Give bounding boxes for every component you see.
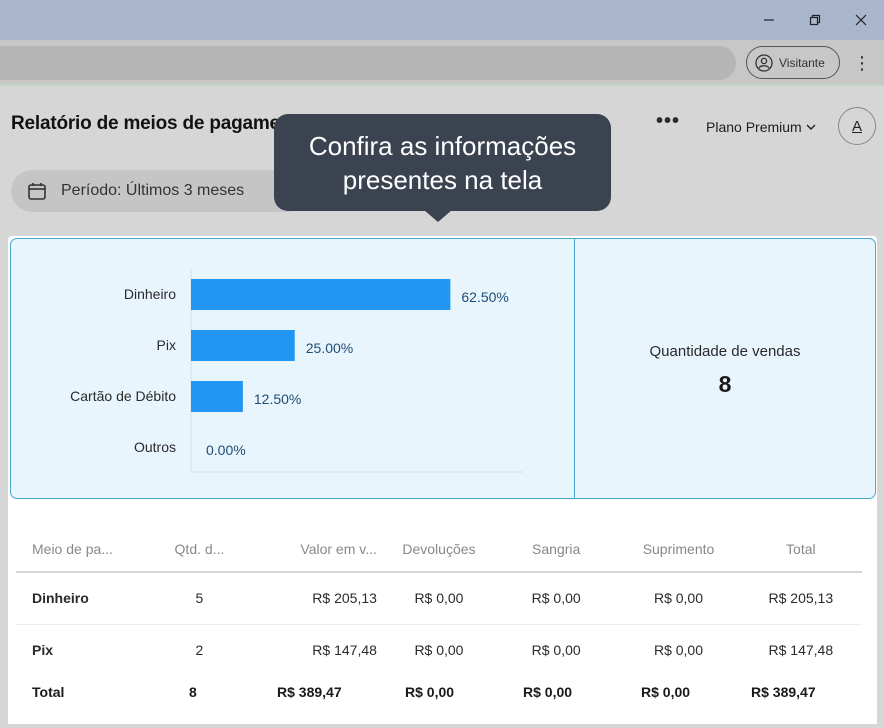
period-label: Período: Últimos 3 meses — [61, 182, 245, 199]
col-header-payment-method[interactable]: Meio de pa... — [16, 526, 159, 573]
total-label: Total — [32, 684, 65, 700]
payment-bar-chart: Dinheiro 62.50% Pix 25.00% Cartão de Débito 1… — [70, 269, 523, 473]
chart-panel: Dinheiro 62.50% Pix 25.00% Cartão de Débito 1… — [10, 238, 876, 499]
col-header-supply[interactable]: Suprimento — [617, 526, 740, 573]
bar-value-label: 0.00% — [206, 442, 246, 458]
close-icon[interactable] — [848, 8, 874, 32]
sales-count-label: Quantidade de vendas — [649, 343, 801, 360]
bar — [191, 330, 295, 361]
page-title: Relatório de meios de pagamento — [11, 113, 309, 134]
bar-category-label: Dinheiro — [124, 286, 176, 302]
col-header-withdrawal[interactable]: Sangria — [495, 526, 618, 573]
bar-category-label: Pix — [157, 337, 176, 353]
tooltip-line-1: Confira as informações — [308, 131, 577, 161]
bar — [191, 279, 451, 310]
col-header-sales-value[interactable]: Valor em v... — [240, 526, 383, 573]
total-sales-value: R$ 389,47 — [277, 684, 342, 700]
payment-table: Meio de pa... Qtd. d... Valor em v... De… — [16, 526, 862, 677]
total-returns: R$ 0,00 — [405, 684, 455, 700]
table-totals-row: Total 8 R$ 389,47 R$ 0,00 R$ 0,00 R$ 0,0… — [8, 662, 877, 724]
cell-supply: R$ 0,00 — [617, 572, 740, 625]
bar-value-label: 12.50% — [254, 391, 301, 407]
plan-label: Plano Premium — [706, 119, 802, 135]
cell-quantity: 5 — [158, 572, 241, 625]
table-row[interactable]: Dinheiro 5 R$ 205,13 R$ 0,00 R$ 0,00 R$ … — [16, 572, 862, 625]
avatar[interactable]: A — [838, 107, 876, 145]
total-quantity: 8 — [189, 684, 197, 700]
address-bar[interactable] — [0, 46, 736, 80]
cell-total: R$ 205,13 — [739, 572, 862, 625]
calendar-icon — [28, 183, 46, 200]
plan-dropdown[interactable]: Plano Premium — [706, 119, 816, 135]
bar-value-label: 62.50% — [461, 289, 508, 305]
profile-label: Visitante — [779, 55, 825, 70]
browser-toolbar: Visitante ⋮ — [0, 40, 884, 86]
cell-returns: R$ 0,00 — [382, 572, 496, 625]
col-header-quantity[interactable]: Qtd. d... — [158, 526, 241, 573]
bar-category-label: Outros — [134, 439, 176, 455]
total-supply: R$ 0,00 — [641, 684, 691, 700]
bar-value-label: 25.00% — [306, 340, 353, 356]
browser-menu-icon[interactable]: ⋮ — [852, 52, 872, 74]
onboarding-tooltip: Confira as informações presentes na tela — [274, 114, 611, 222]
tooltip-line-2: presentes na tela — [342, 165, 543, 195]
table-header-row: Meio de pa... Qtd. d... Valor em v... De… — [16, 526, 862, 573]
total-grand: R$ 389,47 — [751, 684, 816, 700]
col-header-total[interactable]: Total — [739, 526, 862, 573]
minimize-icon[interactable] — [756, 8, 782, 32]
panel-divider — [574, 239, 575, 498]
chevron-down-icon — [806, 124, 816, 130]
browser-titlebar — [0, 0, 884, 40]
sales-count-value: 8 — [718, 371, 732, 397]
restore-icon[interactable] — [802, 8, 828, 32]
cell-withdrawal: R$ 0,00 — [495, 572, 618, 625]
cell-method: Dinheiro — [16, 572, 159, 625]
profile-button[interactable]: Visitante — [746, 46, 840, 79]
col-header-returns[interactable]: Devoluções — [382, 526, 496, 573]
bar — [191, 381, 243, 412]
bar-category-label: Cartão de Débito — [70, 388, 176, 404]
more-options-icon[interactable]: ••• — [656, 110, 680, 133]
cell-sales-value: R$ 205,13 — [240, 572, 383, 625]
total-withdrawal: R$ 0,00 — [523, 684, 573, 700]
person-icon — [755, 53, 773, 72]
period-filter[interactable]: Período: Últimos 3 meses — [11, 170, 311, 212]
report-card: Dinheiro 62.50% Pix 25.00% Cartão de Débito 1… — [8, 236, 877, 724]
